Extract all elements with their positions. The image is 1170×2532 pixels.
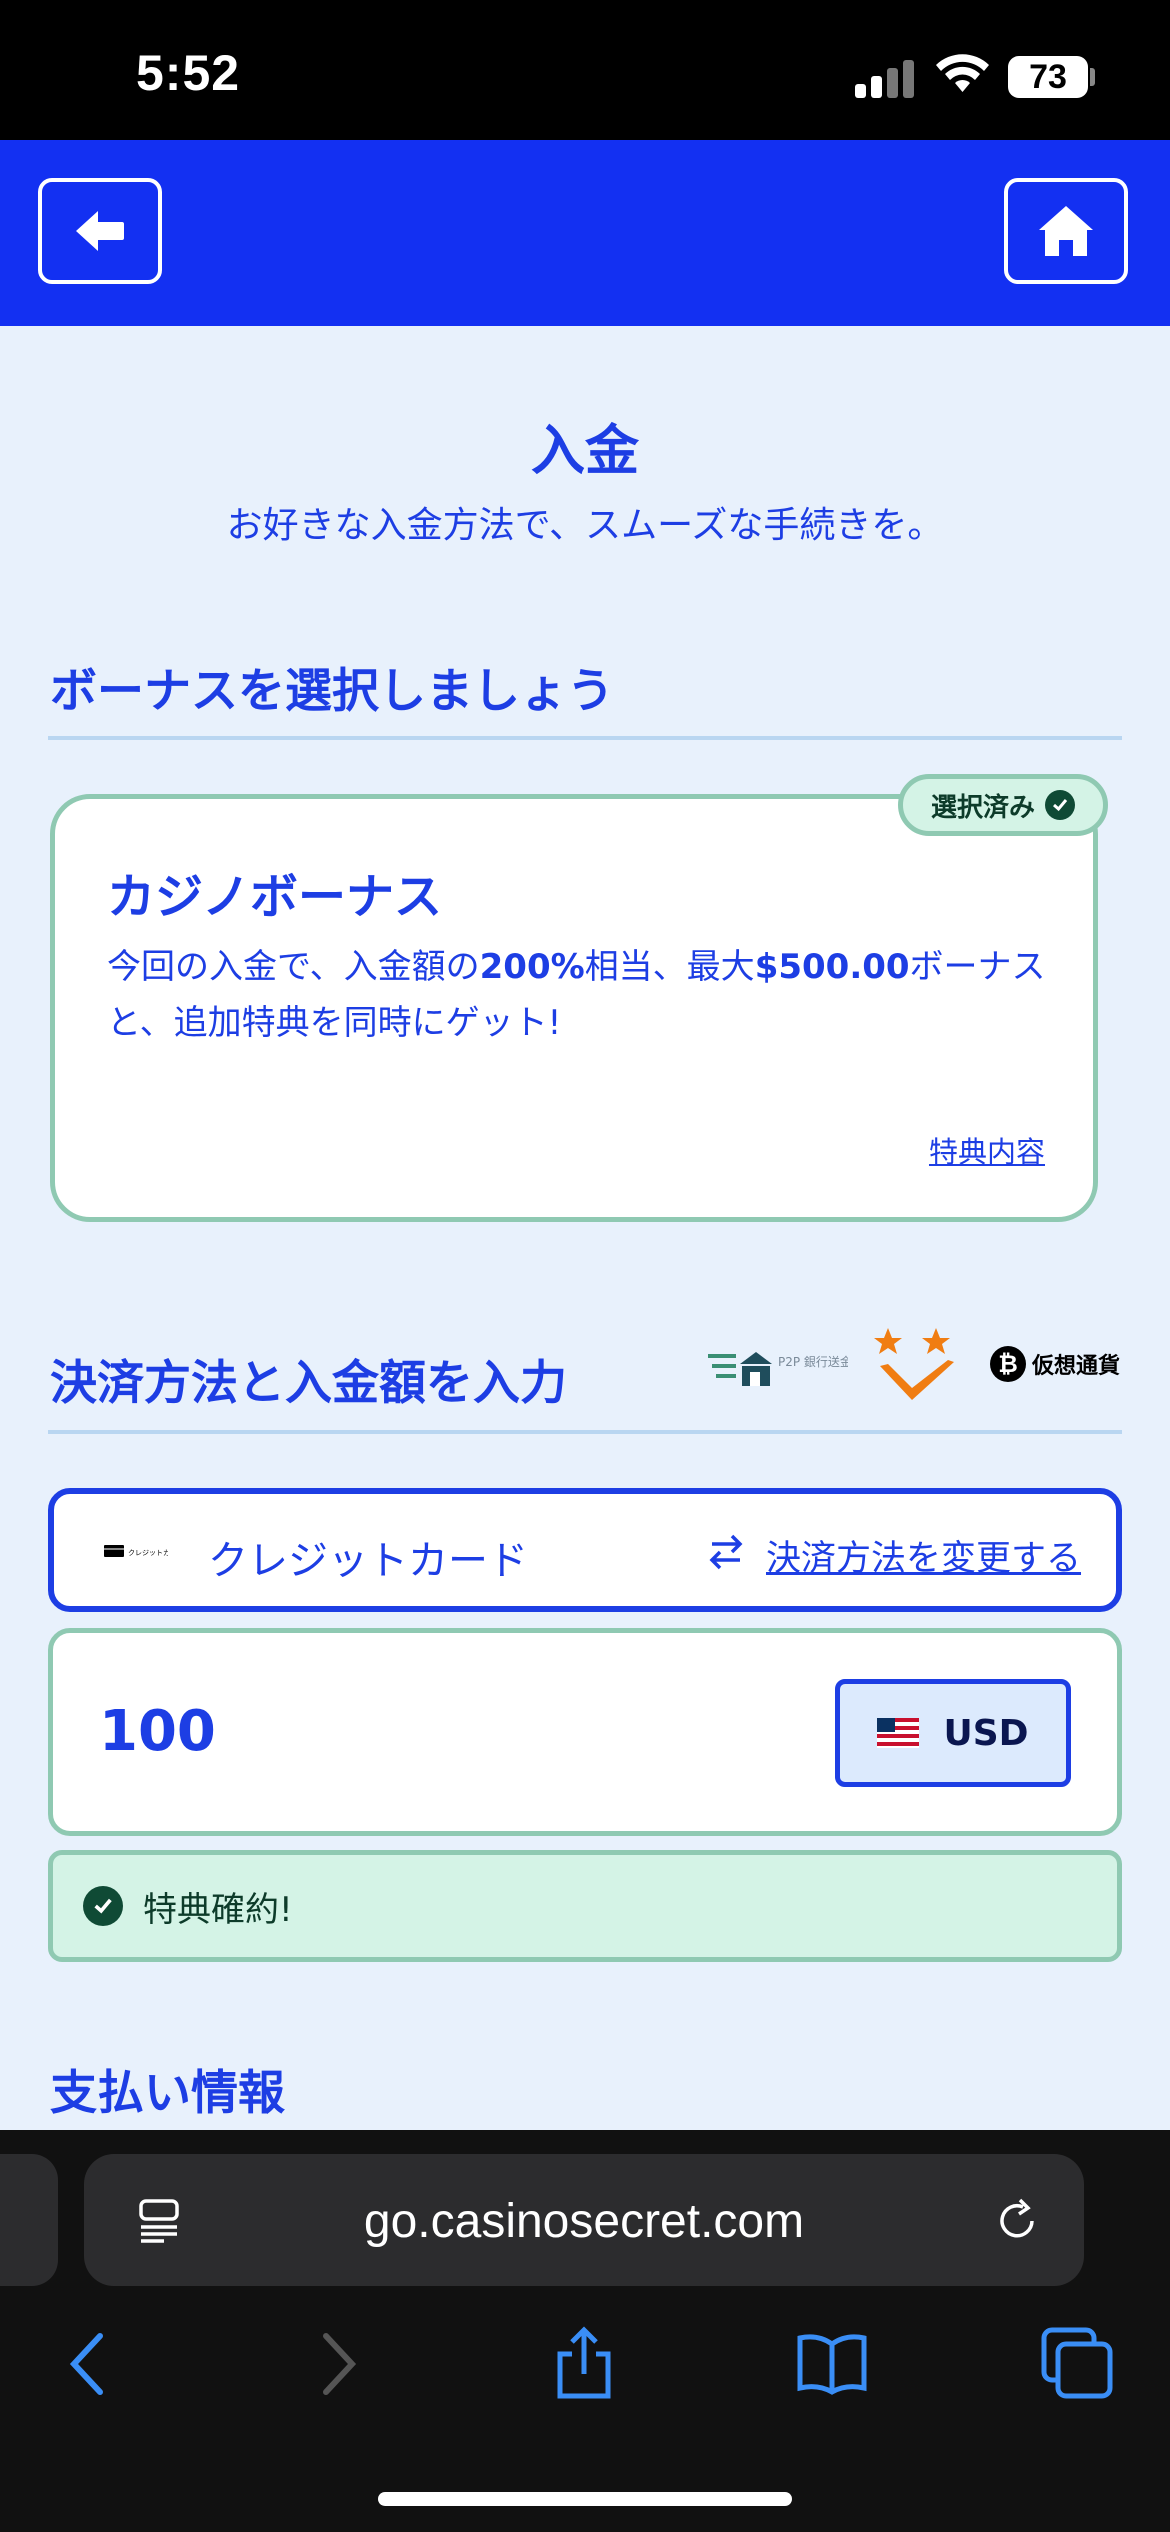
bonus-title: カジノボーナス xyxy=(107,869,443,925)
bonus-details-link[interactable]: 特典内容 xyxy=(929,1129,1045,1171)
payment-info-heading: 支払い情報 xyxy=(50,2066,285,2121)
bonus-section-heading: ボーナスを選択しましょう xyxy=(50,664,614,719)
credit-card-icon: クレジットカード xyxy=(104,1545,168,1557)
us-flag-icon xyxy=(877,1718,920,1748)
back-button[interactable] xyxy=(38,178,162,284)
home-icon xyxy=(1039,206,1093,256)
app-header xyxy=(0,140,1170,326)
crypto-logo-label: 仮想通貨 xyxy=(1032,1354,1121,1379)
home-indicator xyxy=(378,2492,792,2506)
signal-icon xyxy=(855,58,915,98)
p2p-logo-text: P2P 銀行送金 xyxy=(778,1354,848,1369)
payment-logos: P2P 銀行送金 ₿ 仮想通貨 xyxy=(708,1326,1128,1406)
divider xyxy=(48,736,1122,740)
divider xyxy=(48,1430,1122,1434)
selected-badge-label: 選択済み xyxy=(930,792,1035,823)
home-button[interactable] xyxy=(1004,178,1128,284)
address-bar[interactable]: go.casinosecret.com xyxy=(84,2154,1084,2286)
tabs-icon[interactable] xyxy=(1040,2326,1116,2402)
forward-nav-icon[interactable] xyxy=(300,2326,376,2402)
change-method-link[interactable]: 決済方法を変更する xyxy=(766,1530,1081,1581)
bonus-status-text: 特典確約! xyxy=(143,1889,293,1930)
previous-tab[interactable] xyxy=(0,2154,58,2286)
check-icon xyxy=(83,1886,123,1926)
battery-cap xyxy=(1090,68,1095,86)
browser-toolbar: go.casinosecret.com xyxy=(0,2130,1170,2532)
amount-value[interactable]: 100 xyxy=(99,1699,216,1764)
share-icon[interactable] xyxy=(546,2326,622,2402)
amount-input[interactable]: 100 USD xyxy=(48,1628,1122,1836)
p2p-bank-logo: P2P 銀行送金 xyxy=(708,1352,848,1386)
selected-badge: 選択済み xyxy=(898,774,1108,836)
battery-icon: 73 xyxy=(1008,56,1088,98)
page-subtitle: お好きな入金方法で、スムーズな手続きを。 xyxy=(226,505,944,546)
arrow-left-icon xyxy=(76,211,124,251)
bonus-card[interactable]: カジノボーナス 今回の入金で、入金額の200%相当、最大$500.00ボーナスと… xyxy=(50,794,1098,1222)
status-bar: 5:52 73 xyxy=(0,0,1170,140)
reload-icon[interactable] xyxy=(992,2196,1042,2246)
crypto-logo: ₿ 仮想通貨 xyxy=(990,1346,1120,1382)
currency-code: USD xyxy=(943,1712,1029,1754)
check-icon xyxy=(1045,790,1075,820)
page-title: 入金 xyxy=(531,419,639,482)
payment-method-name: クレジットカード xyxy=(208,1538,528,1584)
payment-method-selector[interactable]: クレジットカード クレジットカード 決済方法を変更する xyxy=(48,1488,1122,1612)
wifi-icon xyxy=(936,54,989,92)
currency-selector[interactable]: USD xyxy=(835,1679,1071,1787)
main-content: 入金 お好きな入金方法で、スムーズな手続きを。 ボーナスを選択しましょう カジノ… xyxy=(0,326,1170,2130)
status-time: 5:52 xyxy=(136,45,241,101)
back-nav-icon[interactable] xyxy=(50,2326,126,2402)
payment-section-heading: 決済方法と入金額を入力 xyxy=(50,1356,567,1411)
credit-card-mini-label: クレジットカード xyxy=(128,1549,168,1557)
bitcoin-icon: ₿ xyxy=(990,1346,1026,1382)
url-text[interactable]: go.casinosecret.com xyxy=(84,2194,1084,2249)
swap-icon[interactable] xyxy=(706,1532,746,1572)
bookmarks-icon[interactable] xyxy=(794,2326,870,2402)
bonus-description: 今回の入金で、入金額の200%相当、最大$500.00ボーナスと、追加特典を同時… xyxy=(107,947,1046,1043)
bonus-status: 特典確約! xyxy=(48,1850,1122,1962)
vega-wallet-logo xyxy=(874,1328,954,1400)
